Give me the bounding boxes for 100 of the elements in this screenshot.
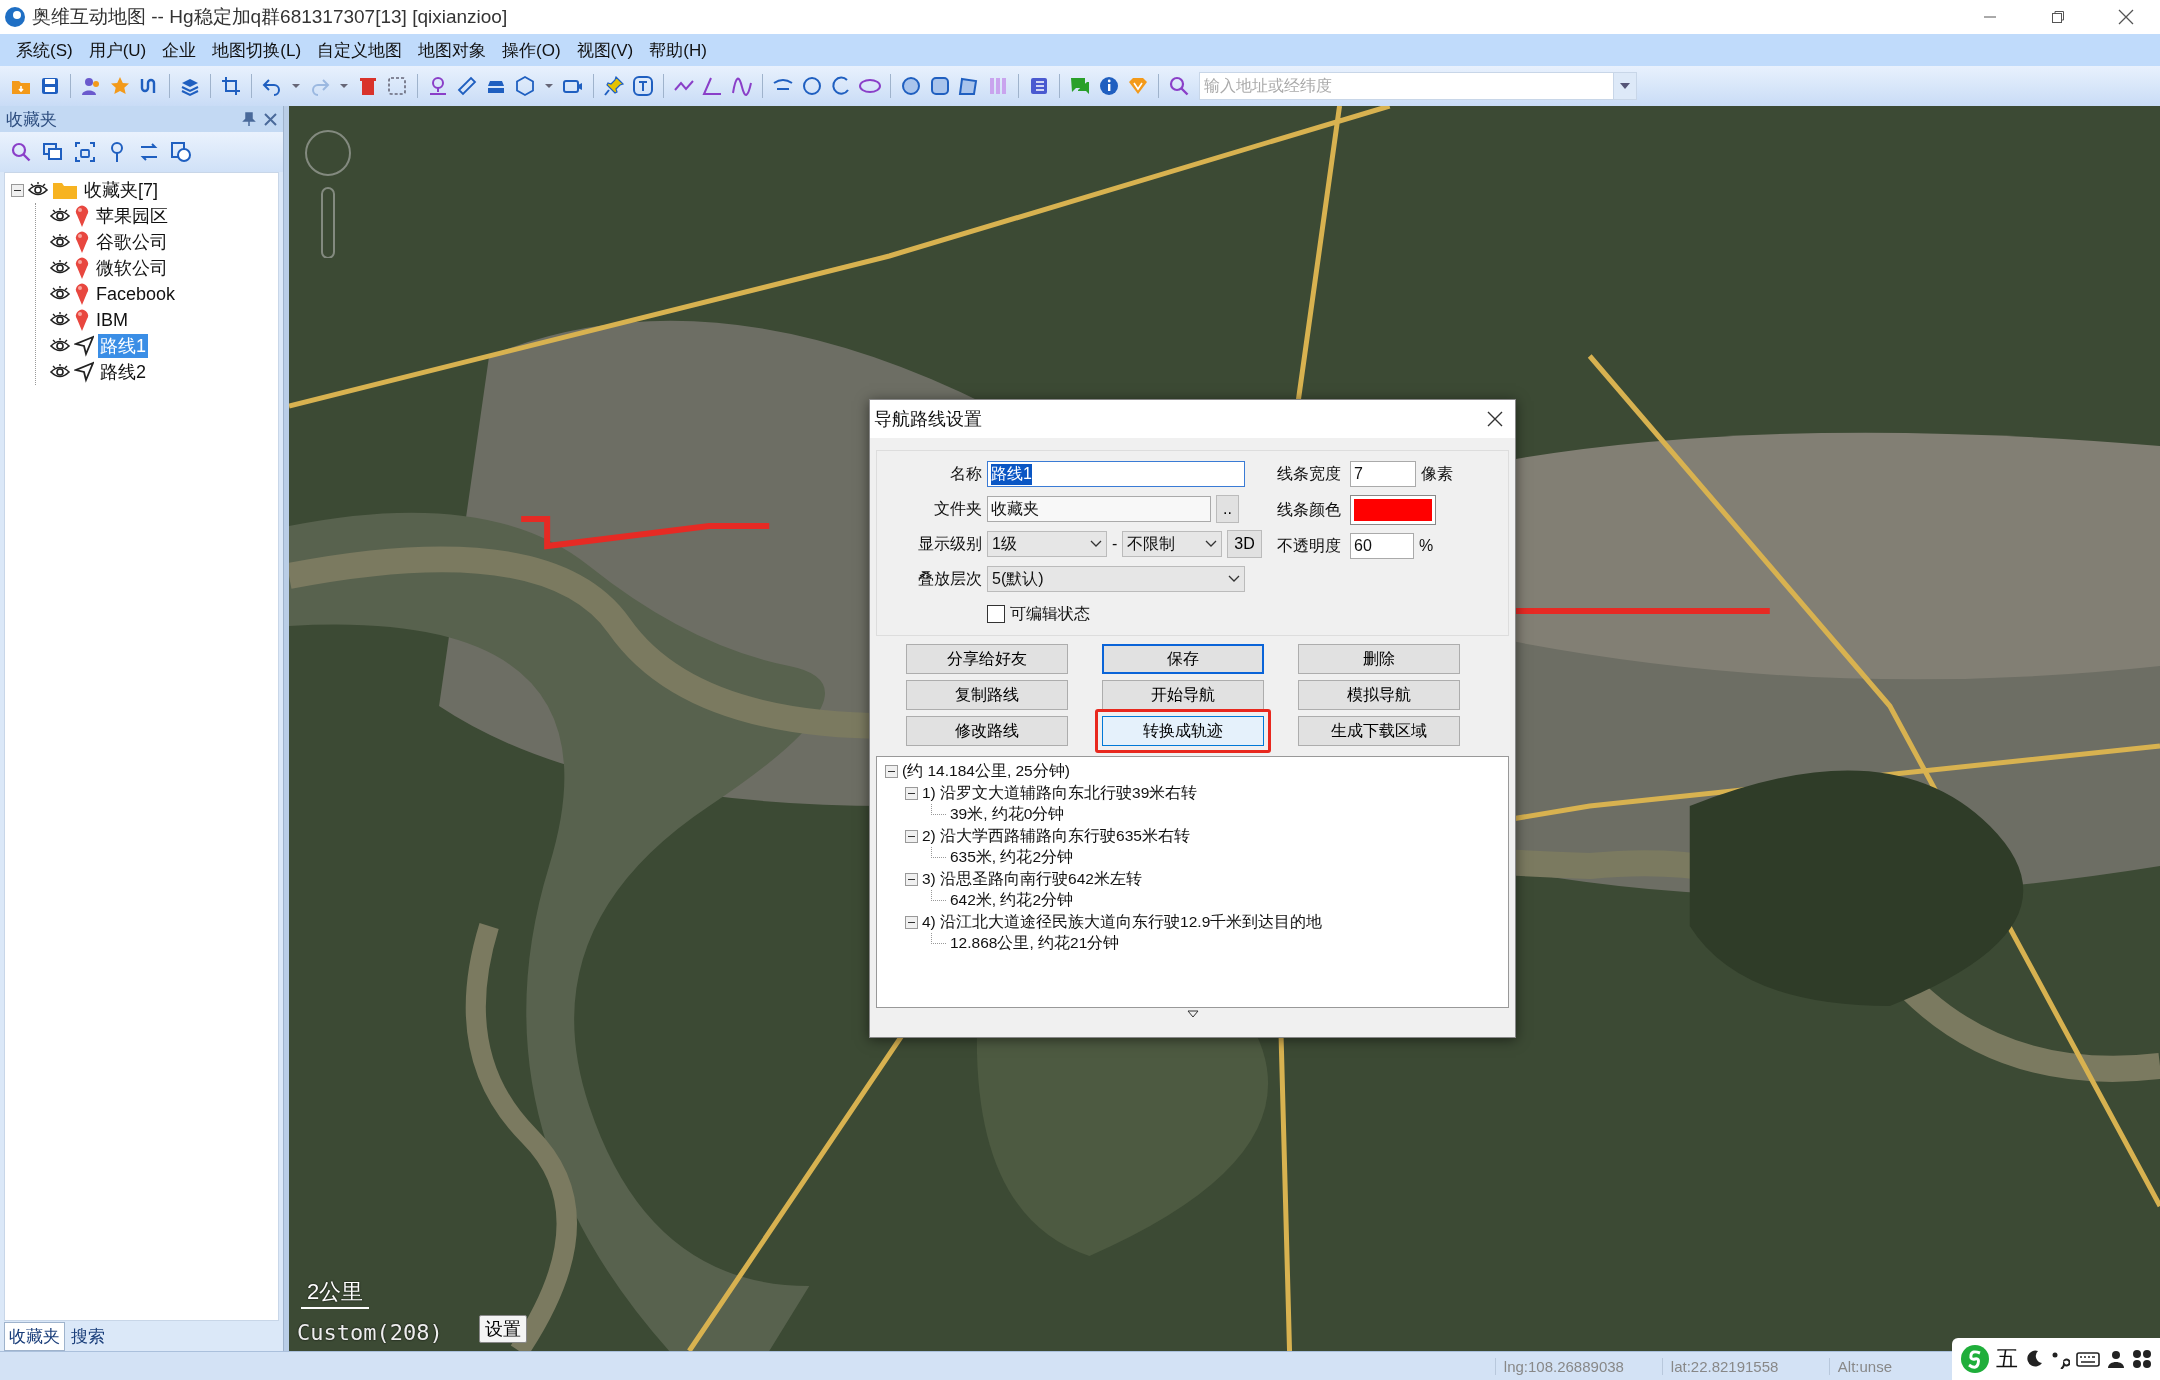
save-icon[interactable] (39, 75, 61, 97)
dialog-button[interactable]: 删除 (1298, 644, 1460, 674)
crop-icon[interactable] (220, 75, 242, 97)
pin-panel-icon[interactable] (242, 112, 256, 126)
tree-item[interactable]: 路线2 (98, 360, 148, 384)
dialog-button[interactable]: 分享给好友 (906, 644, 1068, 674)
text-icon[interactable] (632, 75, 654, 97)
keyboard-icon[interactable] (2076, 1349, 2100, 1369)
folder-label[interactable]: 收藏夹[7] (82, 178, 160, 202)
settings-button[interactable]: 设置 (479, 1315, 527, 1343)
tree-item[interactable]: 2) 沿大学西路辅路向东行驶635米右转 (922, 825, 1190, 847)
tree-item[interactable]: 12.868公里, 约花21分钟 (950, 933, 1120, 955)
menu-item[interactable]: 自定义地图 (311, 36, 409, 64)
menu-item[interactable]: 操作(O) (496, 36, 567, 64)
menu-item[interactable]: 地图切换(L) (206, 36, 308, 64)
collapse-toggle[interactable] (905, 829, 918, 843)
pin-icon[interactable] (427, 75, 449, 97)
field-label: 显示级别 (917, 533, 982, 554)
tree-item[interactable]: 苹果园区 (94, 204, 170, 228)
tree-item[interactable]: 微软公司 (94, 256, 170, 280)
tree-item[interactable]: 1) 沿罗文大道辅路向东北行驶39米右转 (922, 782, 1198, 804)
map-layer-label: Custom(208) (297, 1320, 443, 1345)
dialog-button[interactable]: 复制路线 (906, 680, 1068, 710)
dialog-button[interactable]: 转换成轨迹 (1102, 716, 1264, 746)
close-panel-icon[interactable] (264, 112, 277, 126)
ime-mode-label[interactable]: 五 (1996, 1344, 2018, 1374)
tree-item[interactable]: 3) 沿思圣路向南行驶642米左转 (922, 868, 1142, 890)
circle-icon[interactable] (801, 75, 823, 97)
locate-icon[interactable] (74, 141, 96, 163)
restore-icon[interactable] (2051, 10, 2065, 24)
dialog-button[interactable]: 保存 (1102, 644, 1264, 674)
dialog-button[interactable]: 模拟导航 (1298, 680, 1460, 710)
expand-down-icon[interactable] (1186, 1010, 1199, 1018)
opacity-field[interactable]: 60 (1350, 533, 1414, 559)
close-icon[interactable] (1487, 411, 1503, 427)
users-icon[interactable] (80, 75, 102, 97)
layer-dropdown[interactable]: 5(默认) (987, 566, 1245, 592)
pushpin-icon[interactable] (603, 75, 625, 97)
window-title: 奥维互动地图 -- Hg稳定加q群681317307[13] [qixianzioo] (32, 5, 509, 29)
polygon-icon[interactable] (958, 75, 980, 97)
tree-item[interactable]: 谷歌公司 (94, 230, 170, 254)
menu-item[interactable]: 企业 (156, 36, 203, 64)
ruler-icon[interactable] (456, 75, 478, 97)
map-pin-icon (74, 283, 90, 305)
menu-item[interactable]: 系统(S) (10, 36, 79, 64)
arc-icon[interactable] (830, 75, 852, 97)
dialog-button[interactable]: 开始导航 (1102, 680, 1264, 710)
tree-item[interactable]: 635米, 约花2分钟 (950, 847, 1074, 869)
collapse-toggle[interactable] (905, 915, 918, 929)
ime-logo-icon[interactable] (1960, 1344, 1990, 1374)
panel-tab[interactable]: 收藏夹 (4, 1321, 65, 1351)
tree-item[interactable]: 4) 沿江北大道途径民族大道向东行驶12.9千米到达目的地 (922, 911, 1323, 933)
search-icon[interactable] (1168, 75, 1190, 97)
windows-icon[interactable] (42, 141, 64, 163)
collapse-toggle[interactable] (905, 872, 918, 886)
line-width-field[interactable]: 7 (1350, 461, 1416, 487)
menu-item[interactable]: 视图(V) (570, 36, 640, 64)
folder-field[interactable]: 收藏夹 (987, 496, 1211, 522)
menu-item[interactable]: 帮助(H) (643, 36, 713, 64)
trash-icon[interactable] (357, 75, 379, 97)
browse-button[interactable]: .. (1216, 495, 1239, 523)
info-icon[interactable] (1098, 75, 1120, 97)
tree-item[interactable]: (约 14.184公里, 25分钟) (902, 761, 1070, 783)
close-icon[interactable] (2118, 9, 2134, 25)
shape-icon[interactable] (170, 141, 192, 163)
level-from-dropdown[interactable]: 1级 (987, 531, 1107, 557)
zoom-control-icon[interactable] (303, 128, 353, 258)
tree-item[interactable]: Facebook (94, 283, 178, 305)
selection-icon[interactable] (386, 75, 408, 97)
tree-item[interactable]: 642米, 约花2分钟 (950, 890, 1074, 912)
collapse-toggle[interactable] (885, 765, 898, 779)
moon-icon[interactable] (2024, 1349, 2044, 1369)
dropdown-caret-icon[interactable] (1620, 83, 1630, 89)
map-pin-icon (74, 257, 90, 279)
3d-button[interactable]: 3D (1227, 530, 1262, 558)
map-pin-icon (74, 231, 90, 253)
collapse-toggle[interactable] (905, 786, 918, 800)
name-field[interactable]: 路线1 (987, 461, 1245, 487)
search-icon[interactable] (10, 141, 32, 163)
field-label: 线条宽度 (1277, 463, 1342, 484)
swap-icon[interactable] (138, 141, 160, 163)
curve-icon[interactable] (731, 75, 753, 97)
map-pin-icon (74, 309, 90, 331)
star-icon[interactable] (109, 75, 131, 97)
search-field[interactable]: 输入地址或经纬度 (1199, 72, 1613, 100)
dialog-button[interactable]: 生成下载区域 (1298, 716, 1460, 746)
menu-item[interactable]: 用户(U) (82, 36, 153, 64)
list-icon[interactable] (1028, 75, 1050, 97)
user-icon[interactable] (2106, 1349, 2126, 1369)
collapse-toggle[interactable] (11, 183, 24, 197)
checkbox[interactable] (987, 605, 1005, 623)
level-to-dropdown[interactable]: 不限制 (1122, 531, 1223, 557)
menu-item[interactable]: 地图对象 (412, 36, 493, 64)
tree-item[interactable]: 39米, 约花0分钟 (950, 804, 1065, 826)
panel-tab[interactable]: 搜索 (67, 1322, 109, 1350)
field-label: 名称 (949, 463, 982, 484)
grid-icon[interactable] (2132, 1349, 2152, 1369)
tree-item[interactable]: IBM (94, 309, 130, 331)
dialog-button[interactable]: 修改路线 (906, 716, 1068, 746)
field-label: 线条颜色 (1277, 499, 1342, 520)
